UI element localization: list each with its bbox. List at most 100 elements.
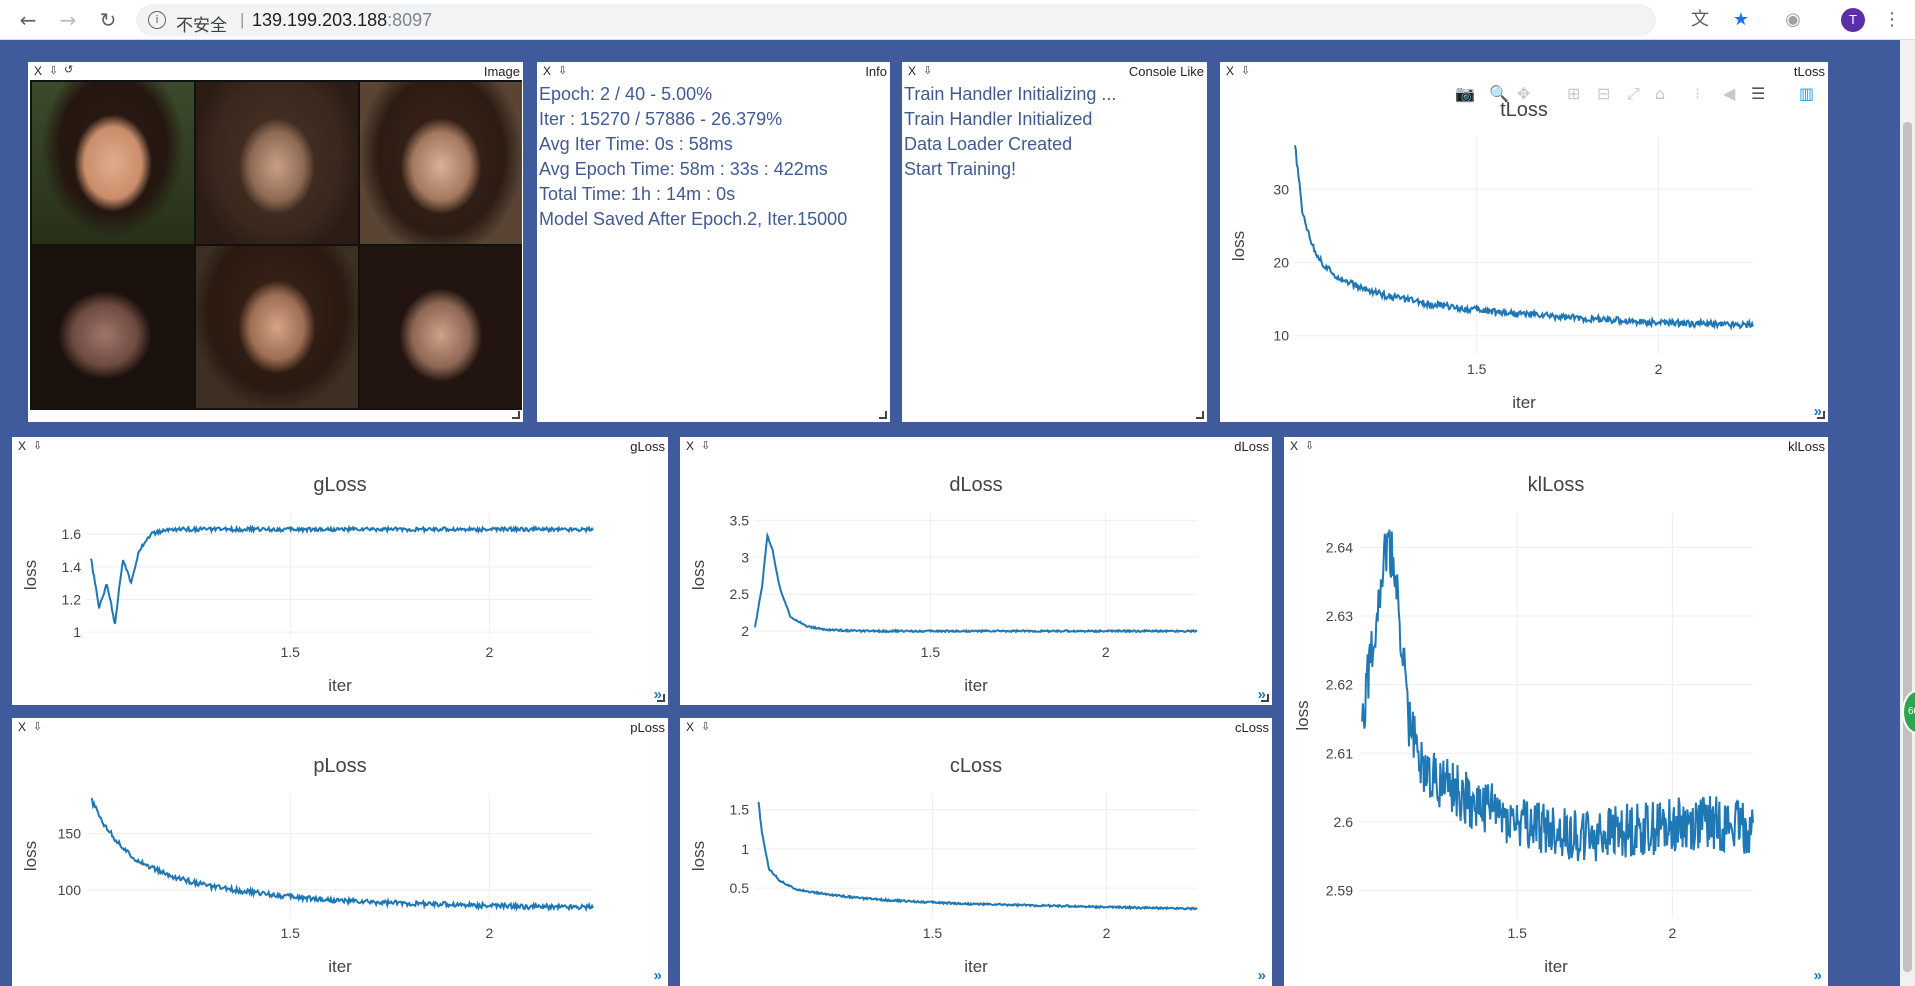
dloss-chart[interactable]: 1.5 2 2 2.5 3 3.5 dLoss iter loss <box>680 453 1272 705</box>
close-pane-button[interactable]: X <box>34 64 42 78</box>
download-icon[interactable]: ⇩ <box>701 720 710 733</box>
url-port: :8097 <box>387 10 433 30</box>
reset-icon[interactable]: ↺ <box>64 63 73 76</box>
download-icon[interactable]: ⇩ <box>923 64 932 77</box>
klloss-chart[interactable]: 1.5 2 2.59 2.6 2.61 2.62 2.63 2.64 klLoss iter los… <box>1284 453 1828 986</box>
closs-pane: X ⇩ cLoss 1.5 2 0.5 1 1.5 cLoss iter loss » <box>680 718 1272 986</box>
x-axis-label: iter <box>328 957 352 976</box>
forward-button[interactable]: → <box>54 6 82 34</box>
insecure-label: 不安全 <box>176 16 227 36</box>
x-tick-label: 2 <box>1668 925 1676 941</box>
x-axis-label: iter <box>1512 393 1536 412</box>
close-pane-button[interactable]: X <box>686 720 694 734</box>
download-icon[interactable]: ⇩ <box>558 64 567 77</box>
more-icon[interactable]: » <box>654 967 662 984</box>
download-icon[interactable]: ⇩ <box>33 439 42 452</box>
hover-closest-icon[interactable]: ◀ <box>1723 84 1735 103</box>
autoscale-icon[interactable]: ⤢ <box>1627 84 1640 104</box>
console-line: Start Training! <box>904 159 1017 179</box>
info-pane: X ⇩ Info Epoch: 2 / 40 - 5.00% Iter : 15… <box>537 62 890 422</box>
x-tick-label: 1.5 <box>921 644 941 660</box>
pane-title: cLoss <box>1235 720 1269 735</box>
resize-handle[interactable] <box>1817 411 1825 419</box>
y-tick-label: 1.2 <box>62 591 82 607</box>
dloss-pane: X ⇩ dLoss 1.5 2 2 2.5 3 3.5 dLoss iter loss » <box>680 437 1272 705</box>
more-icon[interactable]: » <box>1814 967 1822 984</box>
y-tick-label: 30 <box>1273 181 1289 197</box>
translate-icon[interactable]: 文 <box>1688 8 1712 32</box>
x-tick-label: 2 <box>1102 644 1110 660</box>
y-tick-label: 2.59 <box>1326 883 1353 899</box>
chart-title: gLoss <box>313 474 366 496</box>
close-pane-button[interactable]: X <box>908 64 916 78</box>
close-pane-button[interactable]: X <box>686 439 694 453</box>
klloss-pane: X ⇩ klLoss 1.5 2 2.59 2.6 2.61 2.62 2.63 2.64 kl… <box>1284 437 1828 986</box>
pane-titlebar: X ⇩ pLoss <box>12 718 668 735</box>
gloss-chart[interactable]: 1.5 2 1 1.2 1.4 1.6 gLoss iter loss <box>12 453 668 705</box>
y-tick-label: 10 <box>1273 328 1289 344</box>
download-icon[interactable]: ⇩ <box>701 439 710 452</box>
spike-icon[interactable]: ⁝ <box>1695 84 1700 103</box>
download-icon[interactable]: ⇩ <box>33 720 42 733</box>
pane-title: Info <box>865 64 887 79</box>
resize-handle[interactable] <box>1196 411 1204 419</box>
y-axis-label: loss <box>1293 700 1312 730</box>
resize-handle[interactable] <box>1261 694 1269 702</box>
pane-title: gLoss <box>630 439 665 454</box>
close-pane-button[interactable]: X <box>18 720 26 734</box>
download-icon[interactable]: ⇩ <box>1305 439 1314 452</box>
y-tick-label: 3 <box>741 549 749 565</box>
info-line: Avg Epoch Time: 58m : 33s : 422ms <box>539 159 828 179</box>
console-text: Train Handler Initializing ... Train Han… <box>904 82 1116 182</box>
zoom-icon[interactable]: 🔍 <box>1489 84 1509 103</box>
camera-icon[interactable]: 📷 <box>1455 84 1475 103</box>
resize-handle[interactable] <box>879 411 887 419</box>
y-tick-label: 2.5 <box>730 586 750 602</box>
scrollbar-thumb[interactable] <box>1903 122 1912 972</box>
close-pane-button[interactable]: X <box>18 439 26 453</box>
info-line: Iter : 15270 / 57886 - 26.379% <box>539 109 783 129</box>
x-tick-label: 2 <box>1655 361 1663 377</box>
home-icon[interactable]: ⌂ <box>1655 84 1665 103</box>
y-tick-label: 2 <box>741 623 749 639</box>
pane-title: dLoss <box>1234 439 1269 454</box>
bookmark-star-icon[interactable]: ★ <box>1729 8 1753 32</box>
info-icon[interactable]: i <box>148 11 166 29</box>
download-icon[interactable]: ⇩ <box>1241 64 1250 77</box>
series-line <box>1361 529 1754 862</box>
ploss-chart[interactable]: 1.5 2 100 150 pLoss iter loss <box>12 734 668 986</box>
pane-titlebar: X ⇩ cLoss <box>680 718 1272 735</box>
chart-title: pLoss <box>313 755 366 777</box>
close-pane-button[interactable]: X <box>1226 64 1234 78</box>
more-icon[interactable]: » <box>1258 967 1266 984</box>
resize-handle[interactable] <box>657 694 665 702</box>
pane-title: tLoss <box>1793 64 1825 79</box>
y-axis-label: loss <box>1229 231 1248 261</box>
url-text[interactable]: 139.199.203.188:8097 <box>252 10 432 31</box>
reload-button[interactable]: ↻ <box>94 6 122 34</box>
download-icon[interactable]: ⇩ <box>49 64 58 77</box>
back-button[interactable]: ← <box>14 6 42 34</box>
menu-icon[interactable]: ⋮ <box>1880 8 1904 32</box>
avatar[interactable]: T <box>1841 8 1865 32</box>
zoom-out-icon[interactable]: ⊟ <box>1597 84 1610 103</box>
close-pane-button[interactable]: X <box>543 64 551 78</box>
zoom-in-icon[interactable]: ⊞ <box>1567 84 1580 103</box>
resize-handle[interactable] <box>512 411 520 419</box>
face-image-3 <box>360 82 522 244</box>
close-pane-button[interactable]: X <box>1290 439 1298 453</box>
pan-icon[interactable]: ✥ <box>1517 84 1530 103</box>
hover-compare-icon[interactable]: ☰ <box>1751 84 1765 103</box>
console-line: Train Handler Initializing ... <box>904 84 1117 104</box>
plotly-logo-icon[interactable]: ▥ <box>1799 84 1814 103</box>
tloss-chart[interactable]: 1.5 2102030tLossiterloss <box>1220 78 1828 422</box>
series-line <box>90 797 594 913</box>
pane-titlebar: X ⇩ tLoss <box>1220 62 1828 79</box>
y-tick-label: 100 <box>58 882 82 898</box>
url-host: 139.199.203.188 <box>252 10 388 30</box>
address-bar[interactable]: i 不安全 | 139.199.203.188:8097 <box>136 4 1656 36</box>
closs-chart[interactable]: 1.5 2 0.5 1 1.5 cLoss iter loss <box>680 734 1272 986</box>
face-image-6 <box>360 246 522 408</box>
extension-icon[interactable]: ◉ <box>1781 8 1805 32</box>
image-grid <box>30 80 522 410</box>
